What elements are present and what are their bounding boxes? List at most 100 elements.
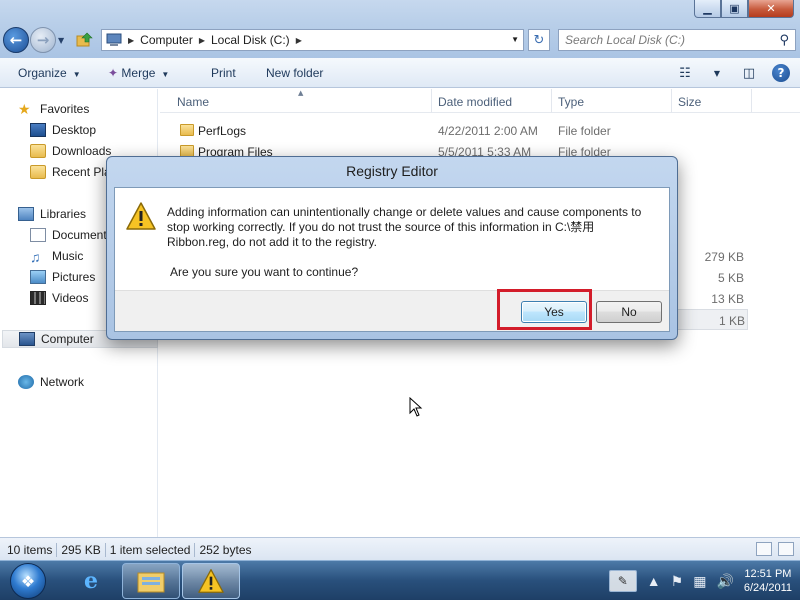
column-header-type[interactable]: Type xyxy=(558,95,584,109)
nav-network[interactable]: Network xyxy=(18,373,84,391)
registry-editor-dialog: Registry Editor Adding information can u… xyxy=(106,156,678,340)
address-dropdown-icon[interactable]: ▼ xyxy=(511,35,519,44)
chevron-down-icon: ▼ xyxy=(72,70,81,79)
nav-label: Videos xyxy=(52,291,89,305)
file-name: PerfLogs xyxy=(198,124,247,138)
nav-libraries[interactable]: Libraries xyxy=(18,205,86,223)
new-folder-button[interactable]: New folder xyxy=(266,66,323,80)
merge-icon: ✦ xyxy=(108,66,119,80)
status-info: 10 items 295 KB 1 item selected 252 byte… xyxy=(3,543,256,557)
nav-recent-places[interactable]: Recent Pla xyxy=(30,163,111,181)
network-status-icon[interactable]: ▦ xyxy=(693,573,706,590)
nav-desktop[interactable]: Desktop xyxy=(30,121,96,139)
warning-icon xyxy=(198,569,224,593)
help-icon[interactable]: ? xyxy=(772,64,790,82)
forward-button[interactable]: → xyxy=(30,27,56,53)
nav-pictures[interactable]: Pictures xyxy=(30,268,95,286)
refresh-button[interactable]: ↻ xyxy=(528,29,550,51)
file-size: 5 KB xyxy=(717,271,744,285)
nav-label: Downloads xyxy=(52,144,112,158)
videos-icon xyxy=(30,291,46,305)
organize-label: Organize xyxy=(18,66,67,80)
column-divider[interactable] xyxy=(551,89,552,113)
back-button[interactable]: ← xyxy=(3,27,29,53)
nav-music[interactable]: ♫ Music xyxy=(30,247,83,265)
details-view-icon[interactable] xyxy=(756,542,772,556)
column-divider[interactable] xyxy=(431,89,432,113)
chevron-down-icon: ▼ xyxy=(161,70,170,79)
windows-explorer-taskbar-button[interactable] xyxy=(122,563,180,599)
organize-button[interactable]: Organize ▼ xyxy=(18,66,81,80)
nav-videos[interactable]: Videos xyxy=(30,289,88,307)
breadcrumb-computer[interactable]: Computer xyxy=(140,33,193,47)
internet-explorer-icon: e xyxy=(84,568,98,594)
address-bar[interactable]: ▶ Computer ▶ Local Disk (C:) ▶ ▼ xyxy=(101,29,524,51)
window-controls: ▁ ▣ ✕ xyxy=(694,0,794,18)
breadcrumb-separator[interactable]: ▶ xyxy=(128,36,134,45)
breadcrumb-local-disk[interactable]: Local Disk (C:) xyxy=(211,33,290,47)
star-icon: ★ xyxy=(18,101,31,117)
up-folder-icon[interactable] xyxy=(75,31,93,49)
start-button[interactable]: ❖ xyxy=(3,562,53,600)
merge-button[interactable]: ✦ Merge ▼ xyxy=(108,66,169,80)
column-divider[interactable] xyxy=(751,89,752,113)
status-bar: 10 items 295 KB 1 item selected 252 byte… xyxy=(0,537,800,560)
action-center-flag-icon[interactable]: ⚑ xyxy=(671,573,684,590)
nav-label: Recent Pla xyxy=(52,165,111,179)
search-icon: ⚲ xyxy=(779,33,789,48)
network-icon xyxy=(18,375,34,389)
file-size: 1 KB xyxy=(718,314,745,328)
file-date: 4/22/2011 2:00 AM xyxy=(438,124,538,138)
desktop-icon xyxy=(30,123,46,137)
preview-pane-icon[interactable]: ◫ xyxy=(740,65,758,81)
mouse-cursor-icon xyxy=(409,397,423,417)
libraries-icon xyxy=(18,207,34,221)
recent-pages-dropdown[interactable]: ▼ xyxy=(58,36,64,45)
breadcrumb-separator[interactable]: ▶ xyxy=(199,36,205,45)
nav-favorites[interactable]: ★ Favorites xyxy=(18,100,89,118)
nav-label: Favorites xyxy=(40,102,90,116)
input-language-icon[interactable]: ✎ xyxy=(608,570,637,592)
minimize-button[interactable]: ▁ xyxy=(694,0,721,18)
nav-label: Network xyxy=(40,375,85,389)
volume-icon[interactable]: 🔊 xyxy=(716,573,733,590)
dialog-message: Adding information can unintentionally c… xyxy=(167,205,642,249)
explorer-title-bar: ▁ ▣ ✕ ← → ▼ ▶ Computer ▶ Local Disk (C:)… xyxy=(0,0,800,58)
file-type: File folder xyxy=(558,124,611,138)
nav-label: Music xyxy=(52,249,84,263)
clock-time: 12:51 PM xyxy=(744,568,792,580)
status-selected: 1 item selected xyxy=(106,543,196,557)
chevron-down-icon[interactable]: ▼ xyxy=(708,65,726,81)
no-button[interactable]: No xyxy=(596,301,662,323)
column-divider[interactable] xyxy=(671,89,672,113)
nav-label: Pictures xyxy=(52,270,96,284)
search-box[interactable]: ⚲ xyxy=(558,29,796,51)
explorer-folder-icon xyxy=(137,572,165,593)
music-icon: ♫ xyxy=(30,249,41,265)
status-selected-size: 252 bytes xyxy=(199,543,252,557)
breadcrumb-separator[interactable]: ▶ xyxy=(296,36,302,45)
large-icons-view-icon[interactable] xyxy=(778,542,794,556)
registry-editor-taskbar-button[interactable] xyxy=(182,563,240,599)
dialog-title: Registry Editor xyxy=(346,163,438,179)
nav-documents[interactable]: Document xyxy=(30,226,107,244)
internet-explorer-taskbar-button[interactable]: e xyxy=(62,563,120,599)
downloads-folder-icon xyxy=(30,144,46,158)
clock-date: 6/24/2011 xyxy=(743,582,792,594)
show-hidden-icons-icon[interactable]: ▲ xyxy=(647,573,661,589)
nav-label: Libraries xyxy=(40,207,87,221)
clock[interactable]: 12:51 PM 6/24/2011 xyxy=(744,567,792,595)
recent-places-icon xyxy=(30,165,46,179)
pictures-icon xyxy=(30,270,46,284)
search-input[interactable] xyxy=(565,33,765,47)
maximize-button[interactable]: ▣ xyxy=(721,0,748,18)
file-row[interactable]: PerfLogs 4/22/2011 2:00 AM File folder xyxy=(160,120,760,141)
computer-icon xyxy=(106,33,122,46)
close-button[interactable]: ✕ xyxy=(748,0,794,18)
column-header-size[interactable]: Size xyxy=(678,95,701,109)
column-header-name[interactable]: Name xyxy=(177,95,209,109)
column-header-date[interactable]: Date modified xyxy=(438,95,512,109)
nav-downloads[interactable]: Downloads xyxy=(30,142,111,160)
print-button[interactable]: Print xyxy=(211,66,236,80)
change-view-icon[interactable]: ☷ xyxy=(676,65,694,81)
